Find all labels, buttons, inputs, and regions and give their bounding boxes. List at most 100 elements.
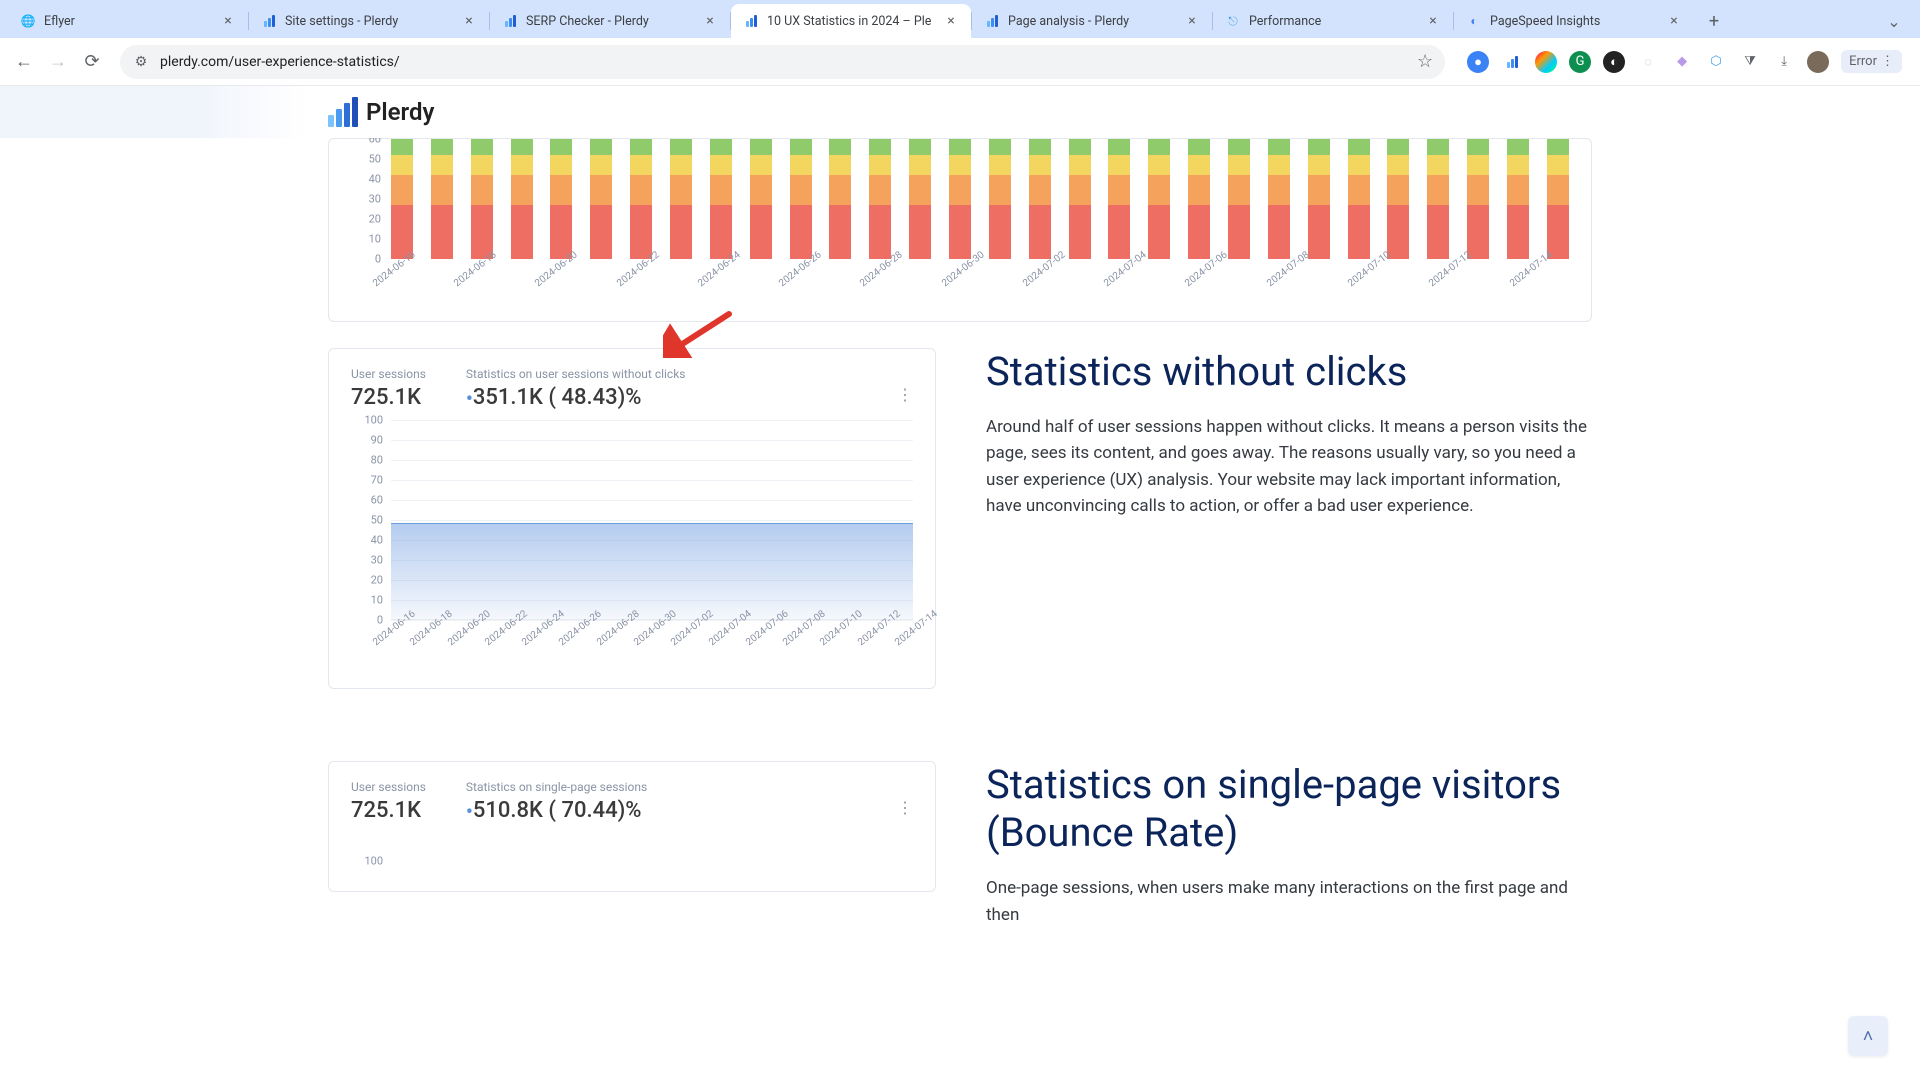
site-header: Plerdy [0,86,1920,138]
card-menu-dots-icon[interactable]: ⋮ [897,798,913,817]
browser-chrome: 🌐Eflyer×Site settings - Plerdy×SERP Chec… [0,0,1920,86]
extension-icons: ● G ◐ ◌ ◆ ⬡ ⧩ ⤓ Error ⋮ [1459,50,1910,73]
tab-favicon: 🌐 [20,13,36,29]
top-stacked-bar-card: 0102030405060 2024-06-162024-06-182024-0… [328,138,1592,322]
stacked-bar [829,139,851,259]
browser-tab[interactable]: 🌐 Eflyer × [8,4,248,38]
tab-close-icon[interactable]: × [702,13,718,29]
plerdy-logo[interactable]: Plerdy [328,97,434,127]
stacked-bar [550,139,572,259]
section-heading: Statistics on single-page visitors (Boun… [986,761,1592,857]
tab-title: PageSpeed Insights [1490,14,1658,29]
downloads-icon[interactable]: ⤓ [1773,51,1795,73]
reload-button[interactable]: ⟳ [78,48,106,76]
tab-title: Eflyer [44,14,212,29]
metric-label: Statistics on single-page sessions [466,780,647,794]
stacked-bar [1387,139,1409,259]
stacked-bar [1029,139,1051,259]
extension-icon[interactable] [1501,51,1523,73]
extension-icon[interactable]: ◆ [1671,51,1693,73]
tab-favicon [502,13,518,29]
metric-label: Statistics on user sessions without clic… [466,367,686,381]
line-chart: 0102030405060708090100 2024-06-162024-06… [351,420,913,670]
page-body: Plerdy 0102030405060 2024-06-162024-06-1… [0,86,1920,1080]
forward-button[interactable]: → [44,48,72,76]
browser-tab[interactable]: ◐ PageSpeed Insights × [1454,4,1694,38]
tab-favicon [261,13,277,29]
stacked-bar [909,139,931,259]
logo-text: Plerdy [366,98,434,126]
stacked-bar [1308,139,1330,259]
tabs-dropdown-icon[interactable]: ⌄ [1880,7,1908,35]
url-text[interactable]: plerdy.com/user-experience-statistics/ [160,54,1407,70]
stacked-bar [1507,139,1529,259]
browser-tab[interactable]: 10 UX Statistics in 2024 – Ple × [731,4,971,38]
tab-title: 10 UX Statistics in 2024 – Ple [767,14,935,29]
section-paragraph: Around half of user sessions happen with… [986,414,1592,519]
stacked-bar [790,139,812,259]
tab-favicon: ⎋ [1225,13,1241,29]
tab-close-icon[interactable]: × [1425,13,1441,29]
tab-title: Page analysis - Plerdy [1008,14,1176,29]
tab-title: SERP Checker - Plerdy [526,14,694,29]
metric-value: •510.8K ( 70.44)% [466,798,647,823]
browser-tab[interactable]: Page analysis - Plerdy × [972,4,1212,38]
stacked-bar [710,139,732,259]
line-chart: 100 [351,833,913,873]
tab-close-icon[interactable]: × [461,13,477,29]
tab-strip: 🌐Eflyer×Site settings - Plerdy×SERP Chec… [0,0,1920,38]
browser-tab[interactable]: ⎋ Performance × [1213,4,1453,38]
stacked-bar [1148,139,1170,259]
stacked-bar [1427,139,1449,259]
browser-tab[interactable]: Site settings - Plerdy× [249,4,489,38]
metric-value: •351.1K ( 48.43)% [466,385,686,410]
error-button[interactable]: Error ⋮ [1841,50,1902,73]
extension-icon[interactable] [1535,51,1557,73]
tab-close-icon[interactable]: × [220,13,236,29]
tab-favicon [743,13,759,29]
scroll-to-top-button[interactable]: ˄ [1848,1016,1888,1056]
tab-close-icon[interactable]: × [1184,13,1200,29]
stacked-bar [1188,139,1210,259]
stacked-bar [1069,139,1091,259]
metric-value: 725.1K [351,385,426,410]
stacked-bar [1547,139,1569,259]
stacked-bar [630,139,652,259]
new-tab-button[interactable]: + [1700,7,1728,35]
card-menu-dots-icon[interactable]: ⋮ [897,385,913,404]
tab-title: Performance [1249,14,1417,29]
extensions-puzzle-icon[interactable]: ⧩ [1739,51,1761,73]
tab-close-icon[interactable]: × [943,13,959,29]
y-axis: 0102030405060 [351,139,385,259]
no-clicks-chart-card: User sessions 725.1K Statistics on user … [328,348,936,689]
stacked-bar [949,139,971,259]
extension-icon[interactable]: ● [1467,51,1489,73]
extension-icon[interactable]: ⬡ [1705,51,1727,73]
profile-avatar[interactable] [1807,51,1829,73]
stacked-bar [1108,139,1130,259]
site-settings-icon[interactable]: ⚙ [132,53,150,71]
x-axis: 2024-06-162024-06-182024-06-202024-06-22… [391,263,1569,303]
stacked-bars [391,125,1569,259]
extension-icon[interactable]: G [1569,51,1591,73]
extension-icon[interactable]: ◐ [1603,51,1625,73]
toolbar: ← → ⟳ ⚙ plerdy.com/user-experience-stati… [0,38,1920,86]
bookmark-star-icon[interactable]: ☆ [1417,51,1433,72]
section-heading: Statistics without clicks [986,348,1592,396]
browser-tab[interactable]: SERP Checker - Plerdy × [490,4,730,38]
metric-label: User sessions [351,367,426,381]
stacked-bar [590,139,612,259]
extension-icon[interactable]: ◌ [1637,51,1659,73]
tab-close-icon[interactable]: × [1666,13,1682,29]
back-button[interactable]: ← [10,48,38,76]
stacked-bar [670,139,692,259]
stacked-bar [869,139,891,259]
omnibox[interactable]: ⚙ plerdy.com/user-experience-statistics/… [120,45,1445,79]
tab-favicon: ◐ [1466,13,1482,29]
stacked-bar [511,139,533,259]
stacked-bar [750,139,772,259]
stacked-bar [391,139,413,259]
metric-value: 725.1K [351,798,426,823]
stacked-bar [1228,139,1250,259]
stacked-bar [1467,139,1489,259]
